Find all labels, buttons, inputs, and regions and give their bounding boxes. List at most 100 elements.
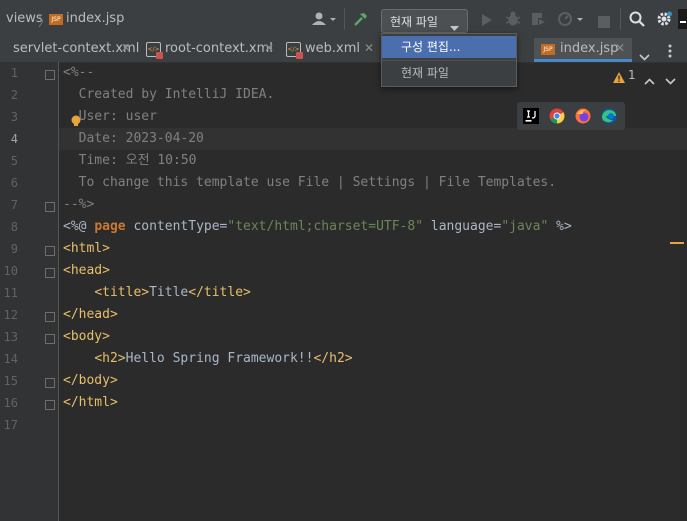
- line-number: 4: [10, 132, 18, 146]
- toolbar-separator: [344, 8, 345, 30]
- line-number: 2: [10, 88, 18, 102]
- intellij-browser-icon[interactable]: [523, 108, 539, 128]
- html-tag: <title>: [94, 285, 150, 300]
- line-number: 12: [3, 308, 18, 322]
- xml-file-icon: </>: [146, 42, 163, 59]
- line-number: 9: [10, 242, 18, 256]
- line-number: 1: [10, 66, 18, 80]
- line-number: 3: [10, 110, 18, 124]
- close-icon[interactable]: ✕: [264, 41, 274, 55]
- line-number: 17: [3, 418, 18, 432]
- line-number: 5: [10, 154, 18, 168]
- more-options-icon[interactable]: [668, 43, 672, 62]
- code-line: <head>: [63, 263, 110, 278]
- directive-keyword: page: [94, 219, 126, 234]
- previous-highlight-icon[interactable]: [644, 70, 655, 89]
- code-line: To change this template use File | Setti…: [63, 175, 557, 190]
- debug-icon[interactable]: [505, 11, 521, 31]
- code-line: <%--: [63, 65, 95, 80]
- run-icon[interactable]: [480, 12, 494, 31]
- run-configuration-dropdown[interactable]: 현재 파일: [381, 9, 468, 33]
- tag-text: Hello Spring Framework!!: [125, 351, 314, 366]
- fold-marker[interactable]: [45, 246, 55, 256]
- ide-logo-icon: [678, 9, 687, 33]
- menu-item-label: 현재 파일: [401, 66, 449, 80]
- run-configuration-label: 현재 파일: [390, 15, 438, 29]
- warning-icon[interactable]: [613, 68, 625, 87]
- warning-stripe-marker[interactable]: [670, 242, 684, 244]
- html-tag: <h2>: [94, 351, 126, 366]
- line-number: 11: [3, 286, 18, 300]
- jsp-directive-close: %>: [548, 219, 572, 234]
- coverage-icon[interactable]: [530, 11, 546, 31]
- code-line: Time: 오전 10:50: [63, 153, 197, 168]
- chrome-browser-icon[interactable]: [549, 108, 565, 128]
- next-highlight-icon[interactable]: [665, 70, 676, 89]
- code-line: <body>: [63, 329, 110, 344]
- tab-label: index.jsp: [560, 41, 619, 56]
- attribute-value: "java": [501, 219, 549, 234]
- code-line: <html>: [63, 241, 110, 256]
- search-icon[interactable]: [629, 11, 645, 31]
- jsp-file-icon: JSP: [541, 44, 555, 55]
- toolbar-separator: [620, 8, 621, 30]
- line-number: 15: [3, 374, 18, 388]
- code-line: Date: 2023-04-20: [63, 131, 204, 146]
- code-line: </body>: [63, 373, 118, 388]
- editor-tabs: servlet-context.xml ✕ </> root-context.x…: [0, 38, 687, 63]
- code-line: <h2>Hello Spring Framework!!</h2>: [63, 348, 353, 370]
- stop-icon[interactable]: [598, 13, 610, 32]
- menu-separator: [382, 60, 516, 61]
- close-icon[interactable]: ✕: [615, 41, 625, 55]
- firefox-browser-icon[interactable]: [575, 108, 591, 128]
- tab-index-jsp[interactable]: JSP index.jsp ✕: [534, 38, 632, 62]
- menu-item-current-file[interactable]: 현재 파일: [382, 62, 516, 84]
- build-hammer-icon[interactable]: [353, 11, 369, 31]
- close-icon[interactable]: ✕: [121, 41, 131, 55]
- fold-marker[interactable]: [45, 202, 55, 212]
- line-number: 10: [3, 264, 18, 278]
- settings-gear-icon[interactable]: [656, 11, 672, 31]
- line-number: 8: [10, 220, 18, 234]
- open-in-browser-bar: [517, 102, 625, 130]
- fold-marker[interactable]: [45, 334, 55, 344]
- jsp-directive-open: <%@: [63, 219, 95, 234]
- line-number: 16: [3, 396, 18, 410]
- warning-count: 1: [628, 68, 636, 82]
- menu-item-edit-configurations[interactable]: 구성 편집...: [382, 36, 516, 58]
- tab-root-context-xml[interactable]: </> root-context.xml ✕: [140, 38, 280, 62]
- line-number: 13: [3, 330, 18, 344]
- code-line: </head>: [63, 307, 118, 322]
- fold-marker[interactable]: [45, 378, 55, 388]
- tab-servlet-context-xml[interactable]: servlet-context.xml ✕: [0, 38, 140, 62]
- tag-text: Title: [149, 285, 189, 300]
- tab-label: root-context.xml: [165, 41, 273, 56]
- main-toolbar: views 〉 JSP index.jsp 현재 파일: [0, 0, 687, 38]
- line-number: 6: [10, 176, 18, 190]
- run-configuration-menu: 구성 편집... 현재 파일: [381, 33, 517, 87]
- code-line: <%@ page contentType="text/html;charset=…: [63, 216, 572, 238]
- attribute-name: contentType=: [125, 219, 228, 234]
- attribute-value: "text/html;charset=UTF-8": [227, 219, 424, 234]
- html-tag: </title>: [188, 285, 251, 300]
- code-line: Created by IntelliJ IDEA.: [63, 87, 275, 102]
- html-tag: </h2>: [313, 351, 353, 366]
- tab-web-xml[interactable]: </> web.xml ✕: [280, 38, 380, 62]
- jsp-file-icon: JSP: [49, 14, 63, 25]
- breadcrumb-file[interactable]: index.jsp: [66, 11, 124, 26]
- code-line: <title>Title</title>: [63, 282, 251, 304]
- user-icon[interactable]: [311, 11, 339, 31]
- code-line: </html>: [63, 395, 118, 410]
- close-icon[interactable]: ✕: [364, 41, 374, 55]
- code-line: User: user: [63, 109, 157, 124]
- fold-marker[interactable]: [45, 70, 55, 80]
- fold-marker[interactable]: [45, 312, 55, 322]
- fold-marker[interactable]: [45, 268, 55, 278]
- fold-marker[interactable]: [45, 400, 55, 410]
- code-editor[interactable]: 1 2 3 4 5 6 7 8 9 10 11 12 13 14 15 16 1…: [0, 62, 687, 521]
- edge-browser-icon[interactable]: [601, 108, 617, 128]
- line-number: 7: [10, 198, 18, 212]
- profiler-icon[interactable]: [557, 11, 585, 31]
